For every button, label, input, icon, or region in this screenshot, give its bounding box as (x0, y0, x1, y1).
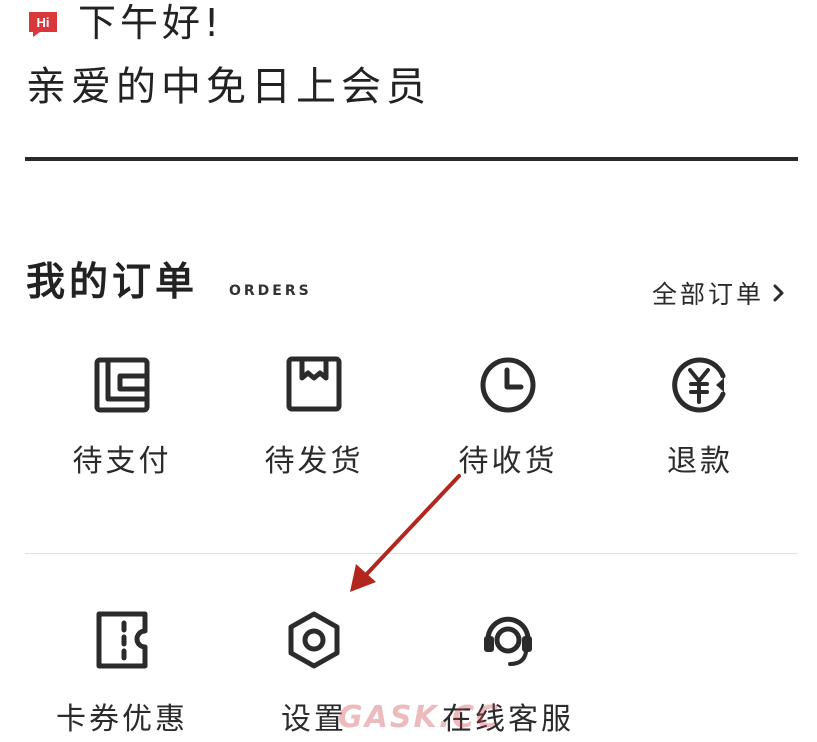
service-item-label: 卡券优惠 (56, 702, 188, 737)
order-item-label: 待支付 (72, 444, 172, 479)
orders-subtitle: ORDERS (229, 283, 312, 299)
service-settings[interactable]: 设置 (244, 608, 384, 737)
section-divider (25, 553, 798, 554)
clock-icon (480, 357, 536, 413)
orders-title: 我的订单 (26, 260, 199, 305)
order-pending-shipment[interactable]: 待发货 (244, 352, 384, 479)
all-orders-label: 全部订单 (652, 280, 765, 309)
service-item-label: 在线客服 (442, 702, 574, 737)
order-item-label: 待收货 (458, 444, 558, 479)
all-orders-link[interactable]: 全部订单 (652, 274, 786, 312)
member-title: 亲爱的中免日上会员 (26, 64, 431, 110)
hex-settings-icon (288, 611, 340, 669)
service-online-support[interactable]: 在线客服 (438, 608, 578, 737)
yen-refund-icon (672, 357, 726, 413)
order-refund[interactable]: 退款 (630, 352, 770, 479)
order-item-label: 退款 (667, 444, 733, 479)
box-icon (286, 356, 342, 412)
service-item-label: 设置 (281, 702, 347, 737)
service-coupons[interactable]: 卡券优惠 (52, 608, 192, 737)
brand-logo-icon: Hi (26, 8, 60, 38)
chevron-right-icon (773, 284, 784, 302)
wallet-icon (94, 357, 150, 413)
headset-icon (484, 616, 532, 666)
order-pending-payment[interactable]: 待支付 (52, 352, 192, 479)
coupon-icon (96, 611, 148, 669)
greeting-text: 下午好! (78, 1, 224, 45)
logo-text: Hi (37, 15, 50, 30)
order-item-label: 待发货 (264, 444, 364, 479)
order-pending-receipt[interactable]: 待收货 (438, 352, 578, 479)
top-divider (25, 157, 798, 161)
